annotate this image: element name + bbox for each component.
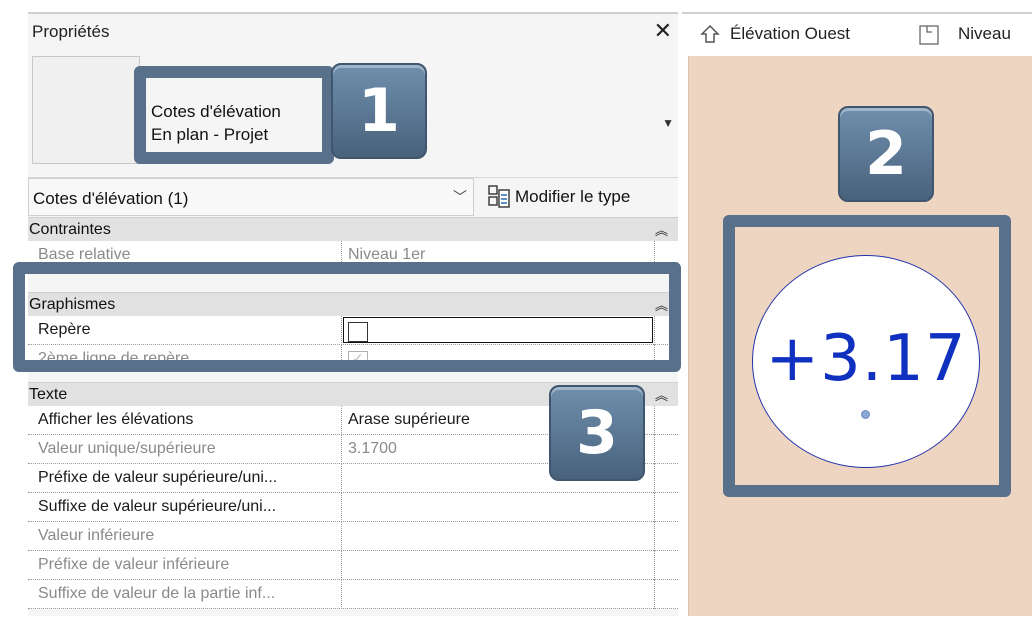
chevron-down-icon: ﹀ [453, 189, 467, 205]
column-divider [654, 435, 655, 464]
properties-title: Propriétés [32, 22, 110, 41]
row-value: Arase supérieure [348, 411, 470, 428]
highlight-box-2 [723, 215, 1011, 497]
instance-selector-label: Cotes d'élévation (1) [33, 189, 189, 208]
row-lower-prefix[interactable]: Préfixe de valeur inférieure [28, 551, 678, 580]
row-name: Valeur unique/supérieure [38, 440, 216, 457]
close-icon[interactable]: ✕ [654, 18, 672, 44]
category-label: Contraintes [29, 221, 111, 238]
row-lower-value[interactable]: Valeur inférieure [28, 522, 678, 551]
dropdown-arrow-icon[interactable]: ▼ [662, 116, 674, 130]
elevation-view-icon [700, 24, 720, 43]
column-divider [341, 580, 342, 609]
row-base-relative[interactable]: Base relative Niveau 1er [28, 241, 678, 263]
row-lower-suffix[interactable]: Suffixe de valeur de la partie inf... [28, 580, 678, 609]
row-value: Niveau 1er [348, 246, 426, 263]
row-name: Préfixe de valeur inférieure [38, 556, 230, 573]
row-value: 3.1700 [348, 440, 397, 457]
instance-row: Cotes d'élévation (1) ﹀ Modifier le type [28, 178, 678, 216]
row-name: Suffixe de valeur supérieure/uni... [38, 498, 277, 515]
tab-niveau[interactable]: Niveau [958, 24, 1011, 44]
column-divider [341, 522, 342, 551]
column-divider [341, 464, 342, 493]
column-divider [654, 406, 655, 435]
column-divider [654, 241, 655, 262]
column-divider [654, 522, 655, 551]
highlight-box-3 [13, 262, 681, 372]
column-divider [341, 493, 342, 522]
view-tab-bar: Élévation Ouest Niveau [682, 12, 1032, 54]
collapse-icon[interactable]: ︽ [655, 385, 668, 404]
tab-elevation-ouest[interactable]: Élévation Ouest [730, 24, 850, 44]
floor-plan-icon [919, 25, 939, 45]
category-constraints[interactable]: Contraintes ︽ [28, 217, 678, 241]
highlight-box-1 [134, 66, 334, 164]
type-thumbnail [32, 56, 140, 164]
row-name: Valeur inférieure [38, 527, 155, 544]
edit-type-button[interactable]: Modifier le type [484, 178, 678, 216]
row-name: Suffixe de valeur de la partie inf... [38, 585, 276, 602]
column-divider [654, 551, 655, 580]
column-divider [341, 435, 342, 464]
row-upper-suffix[interactable]: Suffixe de valeur supérieure/uni... [28, 493, 678, 522]
column-divider [341, 241, 342, 262]
callout-badge-2: 2 [838, 106, 934, 202]
callout-badge-3: 3 [549, 385, 645, 481]
row-name: Afficher les élévations [38, 411, 194, 428]
column-divider [654, 464, 655, 493]
column-divider [341, 406, 342, 435]
row-name: Base relative [38, 246, 131, 263]
edit-type-icon [488, 185, 510, 208]
column-divider [654, 580, 655, 609]
column-divider [341, 551, 342, 580]
edit-type-label: Modifier le type [515, 187, 631, 206]
properties-header: Propriétés ✕ [28, 14, 678, 48]
callout-badge-1: 1 [331, 63, 427, 159]
category-label: Texte [29, 386, 68, 403]
column-divider [654, 493, 655, 522]
collapse-icon[interactable]: ︽ [655, 220, 668, 239]
row-name: Préfixe de valeur supérieure/uni... [38, 469, 278, 486]
instance-selector[interactable]: Cotes d'élévation (1) ﹀ [28, 178, 474, 216]
